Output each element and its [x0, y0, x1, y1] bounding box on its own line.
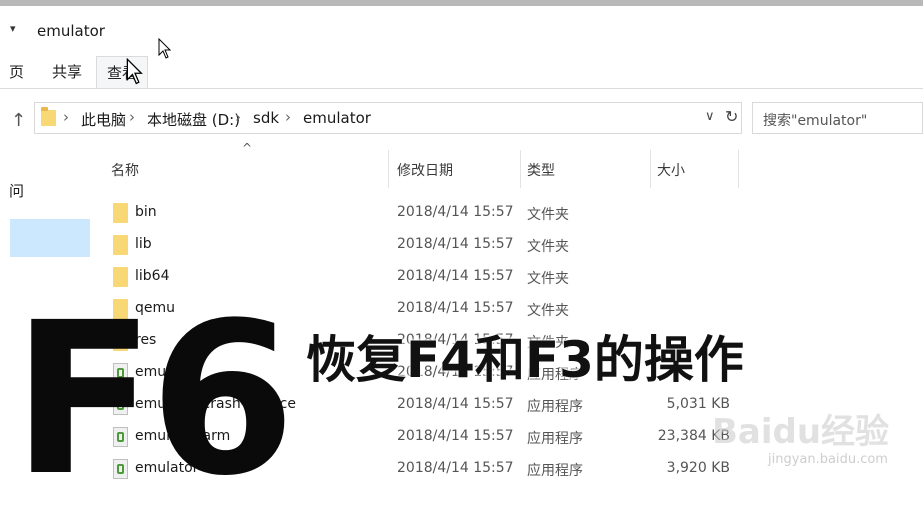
file-date: 2018/4/14 15:57: [397, 428, 514, 444]
file-date: 2018/4/14 15:57: [397, 396, 514, 412]
file-date: 2018/4/14 15:57: [397, 300, 514, 316]
overlay-caption: 恢复F4和F3的操作: [306, 331, 744, 389]
column-divider[interactable]: [388, 150, 389, 188]
breadcrumb-separator[interactable]: ›: [63, 108, 69, 126]
file-name: lib: [135, 236, 152, 252]
mouse-cursor-icon: [158, 38, 172, 59]
file-date: 2018/4/14 15:57: [397, 236, 514, 252]
refresh-icon[interactable]: ↻: [725, 107, 738, 126]
column-divider[interactable]: [738, 150, 739, 188]
search-box[interactable]: 搜索"emulator": [752, 102, 923, 134]
breadcrumb-local-disk[interactable]: 本地磁盘 (D:): [147, 109, 240, 130]
breadcrumb-separator[interactable]: ›: [235, 108, 241, 126]
column-header-type[interactable]: 类型: [527, 160, 555, 180]
table-row[interactable]: lib 2018/4/14 15:57 文件夹: [100, 230, 740, 262]
file-date: 2018/4/14 15:57: [397, 460, 514, 476]
file-type: 文件夹: [527, 239, 569, 255]
table-row[interactable]: bin 2018/4/14 15:57 文件夹: [100, 198, 740, 230]
column-header-date[interactable]: 修改日期: [397, 160, 453, 180]
window-top-border: [0, 0, 923, 6]
file-type: 文件夹: [527, 271, 569, 287]
column-header-name[interactable]: 名称: [111, 160, 139, 180]
column-header-size[interactable]: 大小: [657, 160, 685, 180]
address-bar[interactable]: › 此电脑 › 本地磁盘 (D:) › sdk › emulator ∨ ↻: [34, 102, 742, 134]
sort-ascending-icon: ^: [242, 141, 253, 155]
breadcrumb-this-pc[interactable]: 此电脑: [81, 109, 126, 130]
column-divider[interactable]: [650, 150, 651, 188]
breadcrumb-separator[interactable]: ›: [129, 108, 135, 126]
breadcrumb-separator[interactable]: ›: [285, 108, 291, 126]
breadcrumb-emulator[interactable]: emulator: [303, 109, 371, 127]
baidu-watermark: Baidu经验: [712, 412, 890, 452]
file-size: 3,920 KB: [666, 460, 730, 476]
mouse-cursor-icon: [126, 58, 143, 85]
search-input[interactable]: 搜索"emulator": [763, 110, 867, 130]
folder-icon: [41, 107, 56, 126]
watermark-url: jingyan.baidu.com: [768, 452, 888, 467]
tab-share[interactable]: 共享: [52, 56, 82, 88]
tab-home[interactable]: 页: [9, 56, 24, 88]
nav-selected-item[interactable]: [10, 219, 90, 257]
file-type: 应用程序: [527, 463, 583, 479]
folder-icon: [113, 235, 128, 255]
folder-icon: [113, 203, 128, 223]
file-type: 应用程序: [527, 431, 583, 447]
nav-item-fragment[interactable]: 问: [9, 180, 24, 201]
overlay-key-label: F6: [12, 277, 296, 522]
window-title: emulator: [37, 22, 105, 40]
up-arrow-icon[interactable]: ↑: [11, 110, 26, 131]
breadcrumb-sdk[interactable]: sdk: [253, 109, 279, 127]
quick-access-dropdown-icon[interactable]: ▾: [10, 22, 16, 35]
chevron-down-icon[interactable]: ∨: [705, 109, 715, 124]
file-date: 2018/4/14 15:57: [397, 204, 514, 220]
file-date: 2018/4/14 15:57: [397, 268, 514, 284]
file-type: 文件夹: [527, 303, 569, 319]
column-divider[interactable]: [520, 150, 521, 188]
file-type: 文件夹: [527, 207, 569, 223]
file-name: bin: [135, 204, 157, 220]
file-type: 应用程序: [527, 399, 583, 415]
ribbon-divider: [0, 88, 923, 89]
